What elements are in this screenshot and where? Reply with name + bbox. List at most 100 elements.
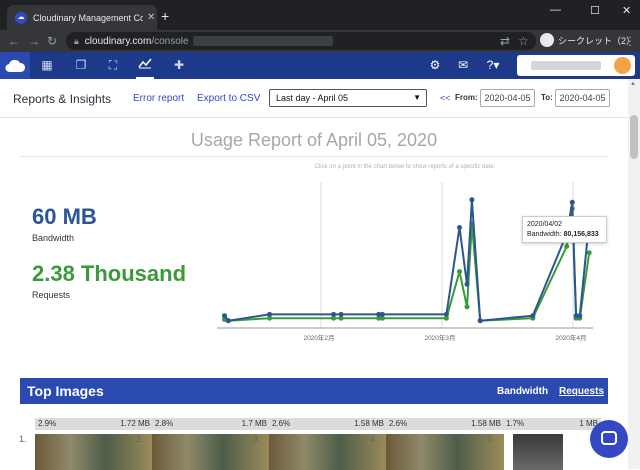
help-icon[interactable]: ?▾ [484,57,502,74]
chat-button[interactable] [590,420,628,458]
tab-requests[interactable]: Requests [559,386,604,397]
thumb-stats: 1.7% 1 MB [503,418,601,430]
data-point[interactable] [443,311,449,317]
report-title: Usage Report of April 05, 2020 [190,130,438,150]
top-images-title: Top Images [27,383,104,399]
size-value: 1.58 MB [354,419,384,428]
previous-period-link[interactable]: << [440,93,451,103]
address-bar-row: ← → ↻ 🔒︎ cloudinary.com /console ⇄ ☆ シーク… [0,30,640,52]
thumb-stats: 2.6% 1.58 MB [269,418,387,430]
size-value: 1.58 MB [471,419,501,428]
data-point[interactable] [379,311,385,317]
rank-number: 4. [370,434,378,444]
settings-icon[interactable]: ⚙ [426,57,444,74]
notifications-icon[interactable]: ✉ [454,57,472,74]
top-images-header: Top Images Bandwidth Requests [20,378,608,404]
data-point[interactable] [477,318,483,324]
from-date-input[interactable]: 2020-04-05 [480,89,535,107]
close-window-button[interactable]: ✕ [622,4,631,17]
url-domain: cloudinary.com [84,35,152,47]
scroll-up-icon[interactable]: ▲ [630,81,636,87]
data-point[interactable] [457,269,462,275]
error-report-link[interactable]: Error report [133,93,184,104]
data-point[interactable] [222,313,227,319]
app-navbar: ▦ ❐ ⛶ ✚ ⚙ ✉ ?▾ [0,52,640,79]
rank-number: 1. [19,434,27,444]
list-item[interactable]: 2. 2.8% 1.7 MB [136,418,270,470]
percent-value: 2.6% [272,419,291,428]
tooltip-value: 80,156,833 [563,231,599,238]
data-point[interactable] [225,318,231,324]
cloudinary-logo-icon[interactable] [0,52,30,79]
data-point[interactable] [577,313,583,319]
transformations-icon[interactable]: ⛶ [104,57,122,74]
media-library-icon[interactable]: ❐ [72,57,90,74]
percent-value: 2.6% [389,419,408,428]
data-point[interactable] [469,197,475,203]
browser-menu-icon[interactable]: ⋮ [624,34,636,48]
size-value: 1.72 MB [120,419,150,428]
reports-icon[interactable] [136,57,154,74]
tab-close-icon[interactable]: ✕ [147,12,155,23]
lock-icon: 🔒︎ [74,35,79,46]
tooltip-label: Bandwidth: [527,231,562,238]
data-point[interactable] [267,311,273,317]
dashboard-icon[interactable]: ▦ [38,57,56,74]
rank-number: 3. [253,434,261,444]
new-tab-button[interactable]: + [161,8,169,24]
to-label: To: [541,93,553,102]
to-date-input[interactable]: 2020-04-05 [555,89,610,107]
usage-line-chart[interactable]: 2020年2月 2020年3月 2020年4月 [215,174,595,344]
thumb-stats: 2.9% 1.72 MB [35,418,153,430]
rank-number: 5. [487,434,495,444]
data-point[interactable] [564,243,570,249]
list-item[interactable]: 3. 2.6% 1.58 MB [253,418,387,470]
list-item[interactable]: 5. 1.7% 1 MB [487,418,601,470]
thumb-stats: 2.6% 1.58 MB [386,418,504,430]
thumbnail-image[interactable] [513,434,563,470]
data-point[interactable] [569,199,575,205]
minimize-button[interactable]: — [550,4,561,16]
export-csv-link[interactable]: Export to CSV [197,93,260,104]
page-title: Reports & Insights [13,92,112,106]
avatar [614,57,631,74]
browser-tabbar: ☁ Cloudinary Management Consol ✕ + — ☐ ✕ [0,0,640,30]
requests-label: Requests [32,290,71,300]
size-value: 1.7 MB [241,419,267,428]
tab-bandwidth[interactable]: Bandwidth [497,386,548,397]
data-point[interactable] [464,304,470,310]
list-item[interactable]: 1. 2.9% 1.72 MB [19,418,153,470]
scrollbar-thumb[interactable] [630,115,638,159]
vertical-scrollbar[interactable]: ▲ [628,79,640,469]
url-input[interactable]: 🔒︎ cloudinary.com /console [66,32,536,50]
x-tick-label: 2020年2月 [303,333,334,342]
requests-value: 2.38 Thousand [32,261,187,286]
list-item[interactable]: 4. 2.6% 1.58 MB [370,418,504,470]
x-tick-label: 2020年3月 [424,333,455,342]
translate-icon[interactable]: ⇄ [500,34,510,48]
chart-tooltip: 2020/04/02 Bandwidth: 80,156,833 [522,216,607,243]
date-range-value: Last day - April 05 [276,93,349,103]
data-point[interactable] [586,250,592,256]
back-icon[interactable]: ← [8,34,20,48]
data-point[interactable] [457,225,462,230]
account-name-redacted [531,61,601,70]
maximize-button[interactable]: ☐ [590,4,600,17]
thumb-stats: 2.8% 1.7 MB [152,418,270,430]
data-point[interactable] [331,311,337,317]
tooltip-date: 2020/04/02 [527,221,563,228]
bandwidth-value: 60 MB [32,204,97,229]
forward-icon[interactable]: → [28,34,40,48]
incognito-indicator[interactable]: シークレット（2） [540,33,635,47]
date-range-select[interactable]: Last day - April 05 ▼ [269,89,427,107]
data-point[interactable] [530,313,536,319]
from-label: From: [455,93,478,102]
star-icon[interactable]: ☆ [518,34,529,48]
chevron-down-icon: ▼ [413,93,421,102]
addons-icon[interactable]: ✚ [170,57,188,74]
reload-icon[interactable]: ↻ [47,34,57,48]
data-point[interactable] [464,281,470,287]
data-point[interactable] [338,311,344,317]
account-menu[interactable] [517,55,635,76]
browser-tab[interactable]: ☁ Cloudinary Management Consol ✕ [7,5,157,30]
